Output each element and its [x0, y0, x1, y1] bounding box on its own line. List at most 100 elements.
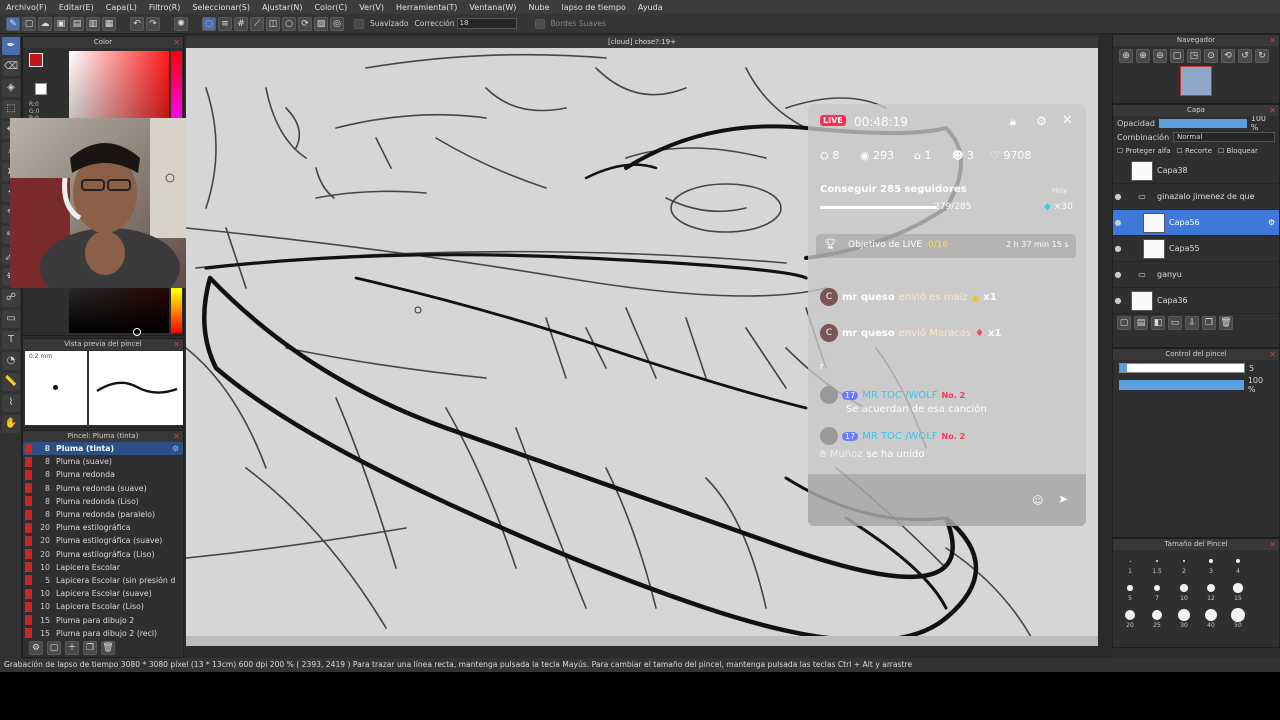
merge-icon[interactable]: ⇩	[1185, 316, 1199, 330]
circle-icon[interactable]: ○	[282, 16, 296, 31]
brush-list-item[interactable]: 15 Pluma para dibujo 2	[23, 613, 183, 626]
brush-list-item[interactable]: 20 Pluma estilográfica (Liso)	[23, 548, 183, 561]
suavizado-checkbox[interactable]	[354, 18, 364, 29]
brush-list-item[interactable]: 8 Pluma (tinta) ⚙	[23, 442, 183, 456]
sub-color-swatch[interactable]	[35, 83, 47, 95]
brush-list-item[interactable]: 8 Pluma redonda	[23, 468, 183, 481]
send-icon[interactable]: ➤	[1058, 492, 1068, 506]
correccion-field[interactable]: 18	[456, 18, 517, 29]
brush-list-item[interactable]: 8 Pluma redonda (Liso)	[23, 495, 183, 508]
menu-item[interactable]: Seleccionar(S)	[186, 3, 256, 12]
ruler-icon[interactable]: ◫	[266, 16, 280, 31]
eye-icon[interactable]: ●	[1113, 192, 1123, 201]
layer-row[interactable]: ● Capa55	[1113, 236, 1279, 262]
menu-item[interactable]: Herramienta(T)	[390, 3, 463, 12]
brush-size-option[interactable]: 4	[1225, 553, 1251, 575]
fill-tool-icon[interactable]: ◈	[2, 79, 20, 97]
new-vector-layer-icon[interactable]: ▤	[1134, 316, 1148, 330]
layer-row[interactable]: ● ▭ ganyu	[1113, 262, 1279, 288]
brush-list-item[interactable]: 20 Pluma estilográfica (suave)	[23, 534, 183, 547]
layer-row[interactable]: Capa38	[1113, 158, 1279, 184]
brush-new-icon[interactable]: ＋	[65, 641, 79, 655]
spinner-icon[interactable]: ✺	[174, 16, 188, 31]
color-picker-handle[interactable]	[133, 328, 141, 336]
brush-size-slider[interactable]	[1119, 363, 1245, 373]
main-color-swatch[interactable]	[29, 53, 43, 67]
gear-icon[interactable]: ⚙	[172, 444, 179, 453]
brush-list-item[interactable]: 8 Pluma redonda (paralelo)	[23, 508, 183, 521]
select-tool-icon[interactable]: ⬚	[2, 100, 20, 118]
brush-size-option[interactable]: 30	[1171, 607, 1197, 629]
perspective-icon[interactable]: ⟋	[250, 16, 264, 31]
cloud-icon[interactable]: ☁	[38, 16, 52, 31]
menu-item[interactable]: Ventana(W)	[463, 3, 522, 12]
gear-icon[interactable]: ⚙	[1036, 114, 1047, 128]
brush-list-item[interactable]: 10 Lapicera Escolar (suave)	[23, 587, 183, 600]
actual-size-icon[interactable]: ◳	[1187, 49, 1201, 63]
blend-tool-icon[interactable]: ☍	[2, 289, 20, 307]
redo-icon[interactable]: ↷	[146, 16, 160, 31]
brush-copy-icon[interactable]: ▢	[47, 641, 61, 655]
menu-item[interactable]: Filtro(R)	[143, 3, 186, 12]
gear-icon[interactable]: ⚙	[1268, 218, 1275, 227]
export-icon[interactable]: ▤	[70, 16, 84, 31]
eye-icon[interactable]: ●	[1113, 270, 1123, 279]
hatch-icon[interactable]: ▧	[314, 16, 328, 31]
hand-tool-icon[interactable]: ✋	[2, 415, 20, 433]
app-icon[interactable]: ✎	[6, 16, 20, 31]
flip-icon[interactable]: ⟲	[1221, 49, 1235, 63]
brush-list-item[interactable]: 8 Pluma (suave)	[23, 455, 183, 468]
eye-icon[interactable]: ●	[1113, 296, 1123, 305]
grid-icon[interactable]: ▦	[102, 16, 116, 31]
brush-size-option[interactable]: 10	[1171, 580, 1197, 602]
eye-icon[interactable]: ●	[1113, 218, 1123, 227]
mask-icon[interactable]: ◧	[1151, 316, 1165, 330]
duplicate-icon[interactable]: ❐	[1202, 316, 1216, 330]
balloon-tool-icon[interactable]: ◔	[2, 352, 20, 370]
close-icon[interactable]: ✕	[1062, 113, 1073, 128]
bordes-checkbox[interactable]	[534, 18, 545, 29]
menu-item[interactable]: Nube	[522, 3, 555, 12]
canvas-h-scrollbar[interactable]	[186, 636, 1098, 646]
brush-list-item[interactable]: 8 Pluma redonda (suave)	[23, 482, 183, 495]
brush-list-item[interactable]: 10 Lapicera Escolar (Liso)	[23, 600, 183, 613]
text-tool-icon[interactable]: T	[2, 331, 20, 349]
menu-item[interactable]: Ayuda	[632, 3, 669, 12]
brush-size-option[interactable]: 7	[1144, 580, 1170, 602]
navigator-thumbnail[interactable]	[1180, 66, 1212, 96]
brush-size-option[interactable]: 20	[1117, 607, 1143, 629]
eraser-tool-icon[interactable]: ⌫	[2, 58, 20, 76]
brush-size-option[interactable]: 15	[1225, 580, 1251, 602]
brush-duplicate-icon[interactable]: ❐	[83, 641, 97, 655]
brush-size-option[interactable]: 25	[1144, 607, 1170, 629]
brush-delete-icon[interactable]: 🗑	[101, 641, 115, 655]
line-fix-tool-icon[interactable]: ⌇	[2, 394, 20, 412]
brush-size-option[interactable]: 5	[1117, 580, 1143, 602]
zoom-icon[interactable]: ⊕	[1136, 49, 1150, 63]
sync-icon[interactable]: ◎	[330, 16, 344, 31]
rotate-left-icon[interactable]: ↺	[1238, 49, 1252, 63]
menu-item[interactable]: Ajustar(N)	[256, 3, 309, 12]
rotate-right-icon[interactable]: ↻	[1255, 49, 1269, 63]
menu-item[interactable]: Capa(L)	[100, 3, 143, 12]
rule-icon[interactable]: ≡	[218, 16, 232, 31]
pen-tool-icon[interactable]: ✒	[2, 37, 20, 55]
save-icon[interactable]: ▣	[54, 16, 68, 31]
undo-icon[interactable]: ↶	[130, 16, 144, 31]
eye-icon[interactable]: ●	[1113, 244, 1123, 253]
brush-size-option[interactable]: 40	[1198, 607, 1224, 629]
brush-size-option[interactable]: 1.5	[1144, 553, 1170, 575]
lasso-tool-icon[interactable]: ◌	[202, 16, 216, 31]
zoom-in-icon[interactable]: ⊕	[1119, 49, 1133, 63]
document-tab[interactable]: [cloud] chose?:19+	[186, 36, 1098, 48]
brush-size-option[interactable]: 50	[1225, 607, 1251, 629]
brush-list-item[interactable]: 20 Pluma estilográfica	[23, 521, 183, 534]
brush-size-option[interactable]: 3	[1198, 553, 1224, 575]
blend-select[interactable]: Normal	[1173, 132, 1275, 142]
reset-icon[interactable]: ⊙	[1204, 49, 1218, 63]
lock-icon[interactable]: 🔒︎	[1010, 115, 1016, 129]
brush-size-option[interactable]: 1	[1117, 553, 1143, 575]
menu-item[interactable]: Editar(E)	[53, 3, 100, 12]
brush-size-option[interactable]: 12	[1198, 580, 1224, 602]
opacity-slider[interactable]	[1158, 118, 1247, 128]
